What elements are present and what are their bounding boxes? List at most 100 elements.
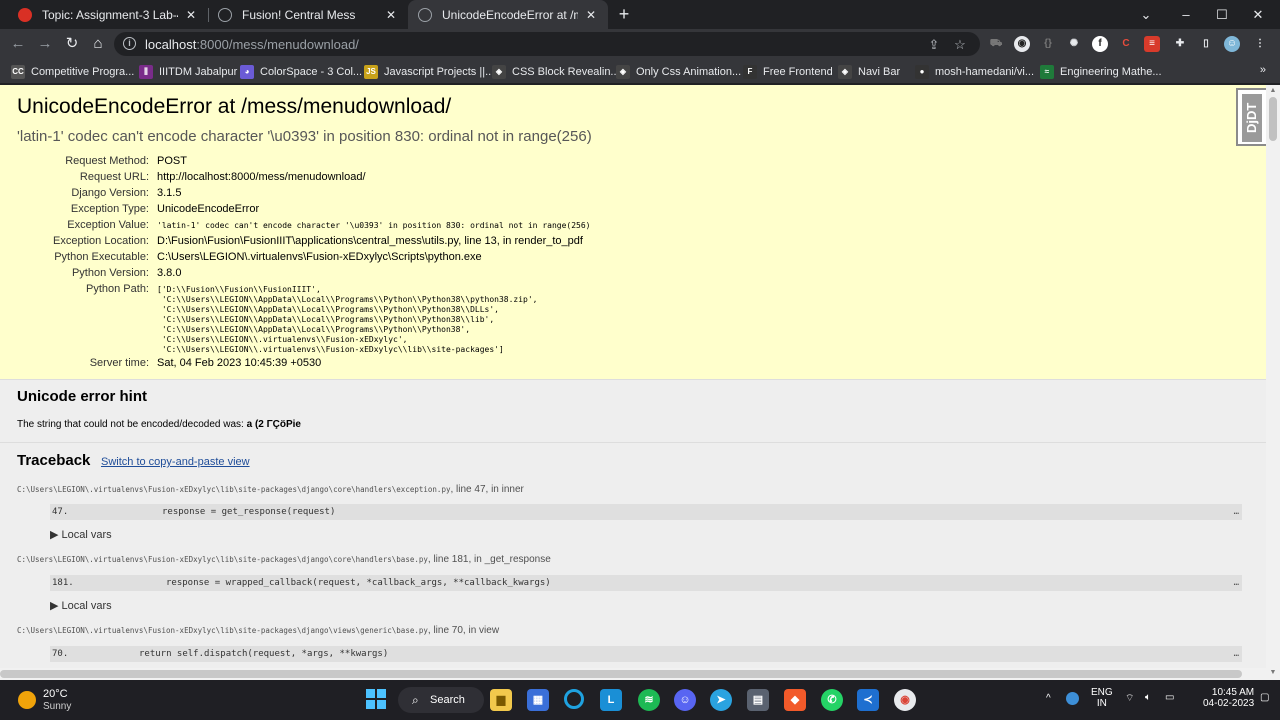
frame-context-line[interactable]: 181. response = wrapped_callback(request,… — [50, 575, 1242, 591]
wifi-icon[interactable]: ⌔ — [1125, 692, 1134, 705]
browser-tab-assignment[interactable]: Topic: Assignment-3 Lab-4 ✕ — [8, 0, 208, 29]
clock[interactable]: 10:45 AM 04-02-2023 — [1203, 687, 1254, 709]
weather-condition: Sunny — [43, 701, 72, 712]
page-title: UnicodeEncodeError at /mess/menudownload… — [17, 95, 452, 118]
more-bookmarks-icon[interactable]: » — [1260, 64, 1266, 76]
profile-avatar-icon[interactable]: ☺ — [1224, 36, 1240, 52]
frame-file-path: C:\Users\LEGION\.virtualenvs\Fusion-xEDx… — [17, 554, 551, 565]
reload-icon[interactable]: ↻ — [62, 34, 82, 54]
expand-context-icon[interactable]: … — [1234, 646, 1239, 662]
new-tab-button[interactable]: + — [614, 4, 634, 24]
horizontal-scroll-thumb[interactable] — [0, 670, 1242, 678]
site-info-icon[interactable]: i — [123, 37, 136, 50]
bookmark-item[interactable]: ⫼ IIITDM Jabalpur — [139, 63, 237, 80]
lens-app-icon[interactable]: L — [600, 689, 622, 711]
battery-icon[interactable]: ▭ — [1165, 692, 1174, 703]
tab-title: UnicodeEncodeError at /mess/me — [442, 7, 578, 22]
expand-context-icon[interactable]: … — [1234, 504, 1239, 520]
bookmark-label: Only Css Animation... — [636, 65, 742, 78]
vertical-scrollbar[interactable]: ▲ ▼ — [1266, 85, 1280, 680]
bookmark-item[interactable]: CC Competitive Progra... — [11, 63, 134, 80]
extension-ci-icon[interactable]: C — [1118, 36, 1134, 52]
vertical-scroll-thumb[interactable] — [1269, 97, 1277, 141]
notification-icon[interactable]: ▢ — [1260, 692, 1269, 703]
tab-search-icon[interactable]: ⌄ — [1128, 0, 1164, 29]
side-panel-icon[interactable]: ▯ — [1198, 36, 1214, 52]
bookmark-item[interactable]: ≈ Engineering Mathe... — [1040, 63, 1162, 80]
bookmark-label: ColorSpace - 3 Col... — [260, 65, 363, 78]
discord-icon[interactable]: ☺ — [674, 689, 696, 711]
language-indicator[interactable]: ENG IN — [1091, 687, 1113, 709]
cortana-icon[interactable] — [564, 689, 584, 709]
codepen-icon: ◈ — [616, 64, 630, 79]
extension-braces-icon[interactable]: {} — [1040, 36, 1056, 52]
local-vars-toggle[interactable]: ▶ Local vars — [50, 599, 112, 612]
spotify-icon[interactable]: ≋ — [638, 689, 660, 711]
chrome-icon[interactable]: ◉ — [894, 689, 916, 711]
hint-title: Unicode error hint — [17, 388, 148, 405]
maximize-button[interactable]: ☐ — [1204, 0, 1240, 29]
microsoft-store-icon[interactable]: ▦ — [527, 689, 549, 711]
close-tab-icon[interactable]: ✕ — [584, 8, 598, 22]
frame-context-line[interactable]: 47. response = get_response(request)… — [50, 504, 1242, 520]
django-debug-toolbar-handle[interactable]: DjDT — [1236, 88, 1266, 146]
bookmark-item[interactable]: ◈ CSS Block Revealin... — [492, 63, 620, 80]
bookmark-item[interactable]: ◈ Only Css Animation... — [616, 63, 741, 80]
extension-todoist-icon[interactable]: ≡ — [1144, 36, 1160, 52]
unicode-hint-section: Unicode error hint The string that could… — [0, 381, 1266, 443]
back-arrow-icon[interactable]: ← — [8, 34, 28, 54]
close-tab-icon[interactable]: ✕ — [384, 8, 398, 22]
tray-overflow-icon[interactable]: ^ — [1046, 693, 1051, 704]
bookmark-item[interactable]: ◕ ColorSpace - 3 Col... — [240, 63, 362, 80]
taskbar-search[interactable]: ⌕ Search — [398, 687, 484, 713]
calculator-icon[interactable]: ▤ — [747, 689, 769, 711]
bookmark-label: Javascript Projects ||... — [384, 65, 495, 78]
home-icon[interactable]: ⌂ — [88, 34, 108, 54]
bookmark-label: Free Frontend — [763, 65, 833, 78]
whatsapp-icon[interactable]: ✆ — [821, 689, 843, 711]
switch-to-copy-paste-link[interactable]: Switch to copy-and-paste view — [101, 456, 250, 468]
extension-cart-icon[interactable]: ⛟ — [988, 36, 1004, 52]
windows-start-icon[interactable] — [366, 689, 386, 709]
share-icon[interactable]: ⇪ — [926, 37, 942, 53]
url-text: localhost:8000/mess/menudownload/ — [145, 37, 359, 52]
file-explorer-icon[interactable]: ▆ — [490, 689, 512, 711]
bookmark-item[interactable]: F Free Frontend — [743, 63, 833, 80]
search-icon: ⌕ — [412, 693, 419, 707]
brave-browser-icon[interactable]: ◆ — [784, 689, 806, 711]
local-vars-toggle[interactable]: ▶ Local vars — [50, 528, 112, 541]
extensions-puzzle-icon[interactable]: ✚ — [1172, 36, 1188, 52]
address-bar[interactable]: i localhost:8000/mess/menudownload/ ⇪ ☆ — [114, 32, 980, 56]
frame-context-line[interactable]: 70. return self.dispatch(request, *args, … — [50, 646, 1242, 662]
volume-icon[interactable]: 🔈︎ — [1145, 692, 1151, 703]
horizontal-scrollbar[interactable] — [0, 668, 1266, 680]
close-window-button[interactable]: ✕ — [1240, 0, 1276, 29]
extension-eye-icon[interactable]: ◉ — [1014, 36, 1030, 52]
forward-arrow-icon[interactable]: → — [35, 34, 55, 54]
bookmark-item[interactable]: ● mosh-hamedani/vi... — [915, 63, 1034, 80]
extension-fx-icon[interactable]: f — [1092, 36, 1108, 52]
codechef-icon: CC — [11, 64, 25, 79]
onedrive-icon[interactable] — [1066, 692, 1079, 705]
hint-value: a (2 ΓÇöPie — [246, 419, 301, 430]
browser-tab-central-mess[interactable]: Fusion! Central Mess ✕ — [208, 0, 408, 29]
free-frontend-icon: F — [743, 64, 757, 79]
minimize-button[interactable]: – — [1168, 0, 1204, 29]
error-summary: UnicodeEncodeError at /mess/menudownload… — [0, 85, 1266, 380]
kebab-menu-icon[interactable]: ⋮ — [1252, 36, 1268, 52]
python-path-value: ['D:\\Fusion\\Fusion\\FusionIIIT', 'C:\\… — [157, 285, 538, 354]
browser-tab-error[interactable]: UnicodeEncodeError at /mess/me ✕ — [408, 0, 608, 29]
scroll-down-icon[interactable]: ▼ — [1269, 669, 1277, 676]
close-tab-icon[interactable]: ✕ — [184, 8, 198, 22]
extension-gear-icon[interactable]: ✺ — [1066, 36, 1082, 52]
vscode-icon[interactable]: ≺ — [857, 689, 879, 711]
telegram-icon[interactable]: ➤ — [710, 689, 732, 711]
bookmark-label: CSS Block Revealin... — [512, 65, 620, 78]
bookmark-star-icon[interactable]: ☆ — [952, 37, 968, 53]
browser-toolbar: ← → ↻ ⌂ i localhost:8000/mess/menudownlo… — [0, 29, 1280, 59]
bookmark-item[interactable]: JS Javascript Projects ||... — [364, 63, 494, 80]
bookmark-item[interactable]: ◈ Navi Bar — [838, 63, 900, 80]
math-icon: ≈ — [1040, 64, 1054, 79]
expand-context-icon[interactable]: … — [1234, 575, 1239, 591]
scroll-up-icon[interactable]: ▲ — [1269, 87, 1277, 94]
